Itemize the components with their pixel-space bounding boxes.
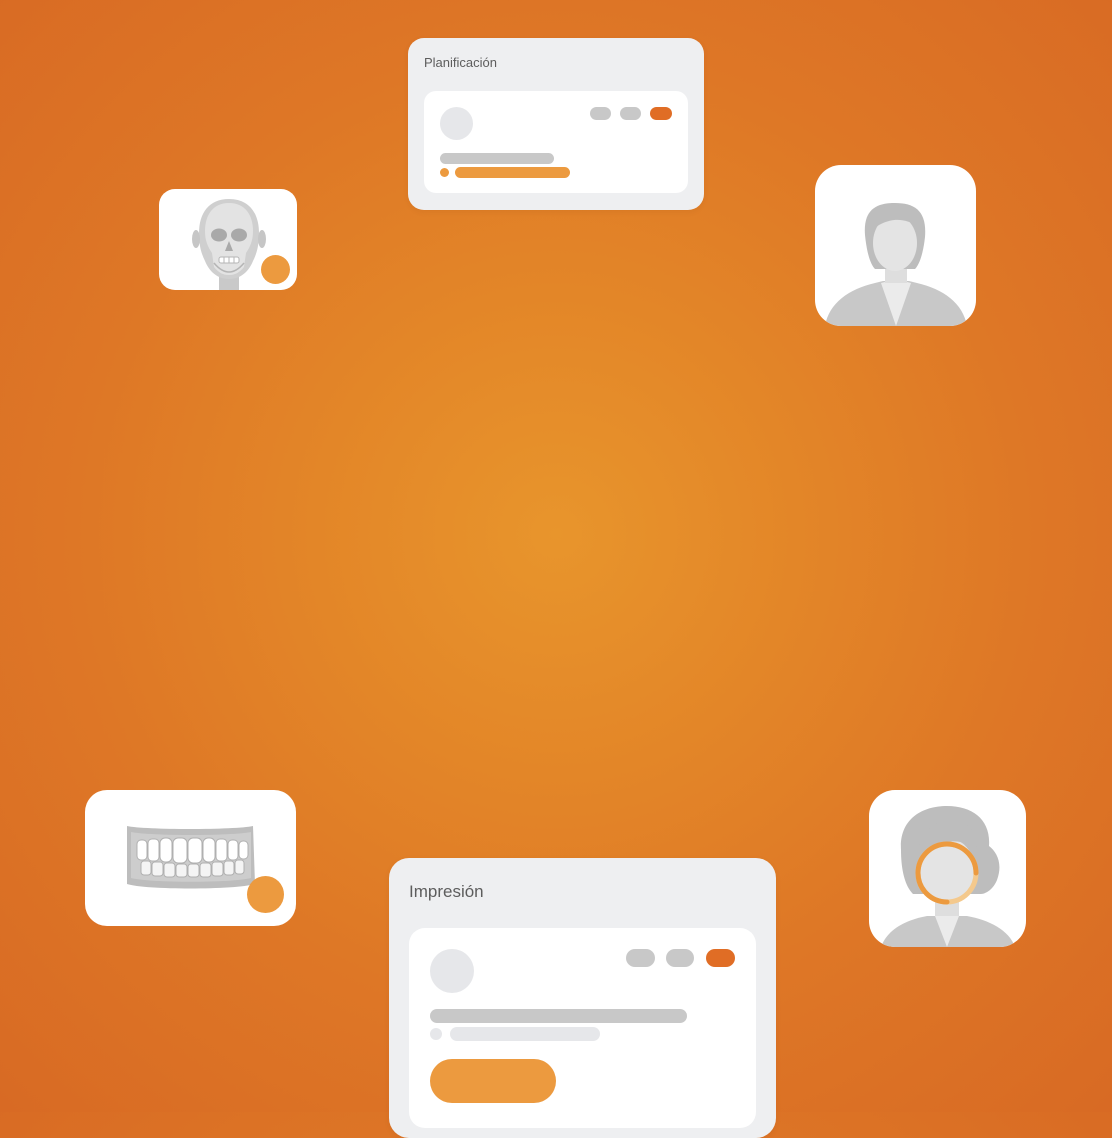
- female-avatar-icon: [825, 203, 967, 326]
- status-pill-3-active[interactable]: [650, 107, 672, 120]
- status-pill-1[interactable]: [626, 949, 655, 967]
- status-pill-3-active[interactable]: [706, 949, 735, 967]
- bullet-dot: [440, 168, 449, 177]
- face-scan-card[interactable]: [869, 790, 1026, 947]
- print-inner-card[interactable]: [409, 928, 756, 1128]
- dental-card-badge: [247, 876, 284, 913]
- skull-xray-card[interactable]: [159, 189, 297, 290]
- print-panel-title: Impresión: [409, 882, 484, 901]
- face-scan-icon: [881, 806, 1015, 947]
- status-pill-1[interactable]: [590, 107, 611, 120]
- text-line-placeholder: [440, 153, 554, 164]
- female-avatar-card[interactable]: [815, 165, 976, 326]
- planning-panel-title: Planificación: [424, 55, 497, 70]
- progress-line-placeholder: [455, 167, 570, 178]
- dental-model-card[interactable]: [85, 790, 296, 926]
- avatar-placeholder: [430, 949, 474, 993]
- text-line-placeholder: [430, 1009, 687, 1023]
- print-panel: Impresión: [389, 858, 776, 1138]
- planning-panel: Planificación: [408, 38, 704, 210]
- planning-inner-card[interactable]: [424, 91, 688, 193]
- avatar-placeholder: [440, 107, 473, 140]
- status-pill-2[interactable]: [666, 949, 694, 967]
- subtext-line-placeholder: [450, 1027, 600, 1041]
- skull-card-badge: [261, 255, 290, 284]
- bullet-dot: [430, 1028, 442, 1040]
- print-action-button[interactable]: [430, 1059, 556, 1103]
- status-pill-2[interactable]: [620, 107, 641, 120]
